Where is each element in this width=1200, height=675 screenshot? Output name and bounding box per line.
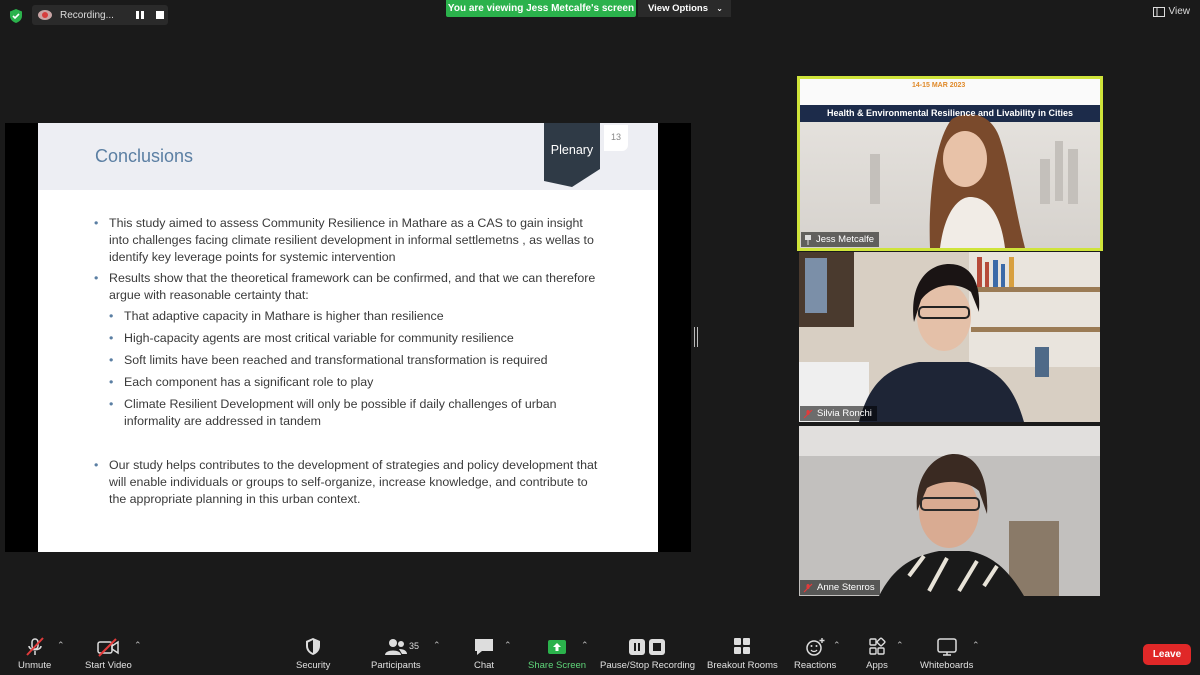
participant-name: Jess Metcalfe (816, 234, 875, 245)
unmute-button[interactable]: Unmute (18, 637, 51, 671)
participant-video (799, 426, 1100, 596)
sub-bullet-item: That adaptive capacity in Mathare is hig… (94, 308, 604, 325)
chat-label: Chat (473, 660, 495, 671)
slide-title: Conclusions (95, 146, 194, 166)
whiteboards-label: Whiteboards (920, 660, 974, 671)
start-video-button[interactable]: Start Video (85, 637, 132, 671)
bullet-item: Results show that the theoretical framew… (94, 270, 604, 304)
share-screen-label: Share Screen (528, 660, 587, 671)
audio-options-caret[interactable]: ⌃ (57, 640, 65, 651)
participant-name-tag: Anne Stenros (800, 580, 880, 595)
chat-options-caret[interactable]: ⌃ (504, 640, 512, 651)
bullet-item: Our study helps contributes to the devel… (94, 457, 604, 508)
plenary-tag: Plenary (550, 143, 594, 157)
participants-options-caret[interactable]: ⌃ (433, 640, 441, 651)
breakout-rooms-label: Breakout Rooms (707, 660, 778, 671)
share-options-caret[interactable]: ⌃ (581, 640, 589, 651)
video-off-icon (97, 638, 120, 657)
pause-stop-recording-button[interactable]: Pause/Stop Recording (600, 637, 695, 671)
view-label: View (1168, 6, 1191, 17)
pause-stop-recording-icon (628, 639, 665, 655)
viewing-screen-banner: You are viewing Jess Metcalfe's screen (446, 0, 636, 17)
start-video-label: Start Video (85, 660, 132, 671)
video-options-caret[interactable]: ⌃ (134, 640, 142, 651)
apps-button[interactable]: Apps (865, 637, 889, 671)
apps-label: Apps (866, 660, 888, 671)
conference-dates: 14-15 MAR 2023 (912, 82, 966, 89)
sub-bullet-item: Soft limits have been reached and transf… (94, 352, 604, 369)
video-tile[interactable]: Silvia Ronchi (799, 252, 1100, 422)
chat-button[interactable]: Chat (472, 637, 496, 671)
pause-recording-icon[interactable] (134, 9, 146, 21)
pin-icon (805, 234, 811, 245)
sub-bullet-item: High-capacity agents are most critical v… (94, 330, 604, 347)
shared-screen: Conclusions Plenary 13 This study aimed … (5, 123, 691, 552)
view-button[interactable]: View (1152, 6, 1191, 17)
encryption-shield-icon[interactable] (8, 8, 24, 24)
share-screen-button[interactable]: Share Screen (528, 637, 586, 671)
reactions-icon (806, 638, 825, 656)
leave-button[interactable]: Leave (1143, 644, 1191, 665)
slide-page-number: 13 (604, 125, 628, 151)
panel-resize-handle[interactable] (694, 327, 698, 347)
security-button[interactable]: Security (296, 637, 330, 671)
bullet-item: This study aimed to assess Community Res… (94, 215, 604, 266)
reactions-button[interactable]: Reactions (794, 637, 836, 671)
view-options-label: View Options (648, 3, 709, 14)
shield-icon (306, 638, 321, 655)
conference-banner: Health & Environmental Resilience and Li… (826, 108, 1074, 118)
sub-bullet-item: Each component has a significant role to… (94, 374, 604, 391)
grid-view-icon (1152, 6, 1165, 17)
participants-icon (384, 639, 407, 655)
participants-count: 35 (409, 641, 420, 651)
reactions-options-caret[interactable]: ⌃ (833, 640, 841, 651)
whiteboards-button[interactable]: Whiteboards (920, 637, 973, 671)
chevron-down-icon: ⌄ (716, 4, 723, 13)
view-options-button[interactable]: View Options ⌄ (638, 0, 731, 17)
security-label: Security (296, 660, 331, 671)
recording-label: Recording... (60, 9, 114, 21)
presentation-slide: Conclusions Plenary 13 This study aimed … (38, 123, 658, 552)
breakout-rooms-icon (734, 638, 751, 654)
whiteboards-options-caret[interactable]: ⌃ (972, 640, 980, 651)
participants-label: Participants (371, 660, 421, 671)
muted-mic-icon (803, 409, 813, 418)
sub-bullet-item: Climate Resilient Development will only … (94, 396, 604, 430)
participant-name-tag: Jess Metcalfe (801, 232, 880, 247)
participant-name-tag: Silvia Ronchi (800, 406, 877, 421)
recording-icon (38, 10, 52, 20)
participant-name: Silvia Ronchi (817, 408, 872, 419)
muted-mic-icon (803, 583, 813, 592)
share-screen-icon (548, 640, 567, 654)
participant-video (799, 252, 1100, 422)
participant-name: Anne Stenros (817, 582, 875, 593)
video-tile[interactable]: Anne Stenros (799, 426, 1100, 596)
breakout-rooms-button[interactable]: Breakout Rooms (707, 637, 778, 671)
slide-body: This study aimed to assess Community Res… (94, 215, 604, 512)
whiteboard-icon (936, 638, 957, 656)
chat-bubble-icon (475, 639, 493, 655)
muted-mic-icon (25, 637, 44, 656)
unmute-label: Unmute (18, 660, 52, 671)
pause-recording-label: Pause/Stop Recording (600, 660, 696, 671)
video-tile-active-speaker[interactable]: 14-15 MAR 2023 Health & Environmental Re… (797, 76, 1103, 251)
recording-indicator: Recording... (32, 5, 168, 25)
reactions-label: Reactions (794, 660, 837, 671)
stop-recording-icon[interactable] (154, 9, 166, 21)
apps-options-caret[interactable]: ⌃ (896, 640, 904, 651)
zoom-meeting-window: Recording... You are viewing Jess Metcal… (0, 0, 1200, 675)
apps-icon (869, 637, 886, 655)
